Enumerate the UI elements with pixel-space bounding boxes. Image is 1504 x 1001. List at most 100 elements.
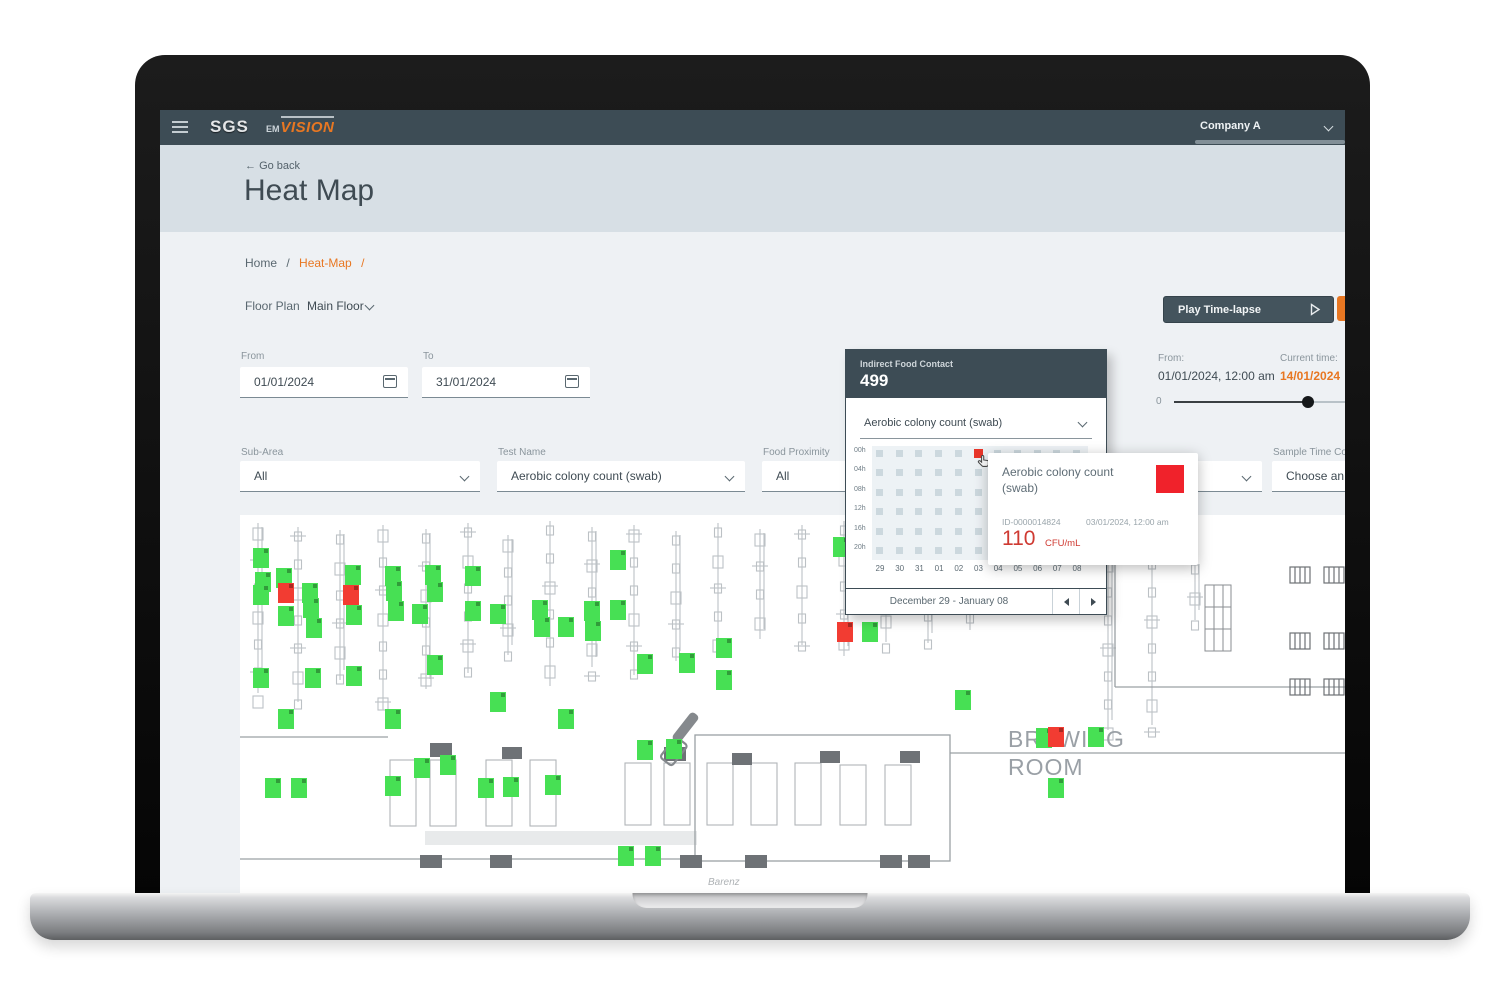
floor-plan-canvas[interactable]: BREWING ROOM Barenz xyxy=(240,515,1345,893)
sample-point-ok[interactable] xyxy=(291,778,307,798)
calendar-icon[interactable] xyxy=(565,375,579,388)
play-timelapse-button[interactable]: Play Time-lapse xyxy=(1163,296,1334,323)
sample-point-ok[interactable] xyxy=(265,778,281,798)
hamburger-menu-icon[interactable] xyxy=(172,121,188,133)
grid-cell[interactable] xyxy=(955,547,962,554)
grid-cell[interactable] xyxy=(935,489,942,496)
sample-point-ok[interactable] xyxy=(716,670,732,690)
timeline-slider-handle[interactable] xyxy=(1302,396,1314,408)
grid-cell[interactable] xyxy=(935,450,942,457)
sample-point-ok[interactable] xyxy=(303,598,319,618)
sample-point-ok[interactable] xyxy=(955,690,971,710)
sample-point-ok[interactable] xyxy=(637,740,653,760)
sample-point-ok[interactable] xyxy=(414,758,430,778)
sample-point-ok[interactable] xyxy=(716,638,732,658)
scrollbar-horizontal[interactable] xyxy=(1195,140,1345,144)
sample-point-ok[interactable] xyxy=(645,846,661,866)
sample-point-alert[interactable] xyxy=(343,585,359,605)
sample-point-ok[interactable] xyxy=(558,709,574,729)
grid-cell[interactable] xyxy=(975,547,982,554)
grid-cell[interactable] xyxy=(876,547,883,554)
grid-cell[interactable] xyxy=(896,508,903,515)
sample-point-ok[interactable] xyxy=(345,565,361,585)
grid-cell[interactable] xyxy=(876,469,883,476)
sample-point-ok[interactable] xyxy=(585,621,601,641)
grid-cell[interactable] xyxy=(915,489,922,496)
sample-point-ok[interactable] xyxy=(618,846,634,866)
sample-point-ok[interactable] xyxy=(427,582,443,602)
grid-cell[interactable] xyxy=(876,508,883,515)
timelapse-secondary-button[interactable] xyxy=(1337,296,1345,321)
sample-point-ok[interactable] xyxy=(558,617,574,637)
filter-testname-select[interactable]: Aerobic colony count (swab) xyxy=(497,461,745,492)
sample-point-ok[interactable] xyxy=(478,778,494,798)
sample-point-ok[interactable] xyxy=(253,585,269,605)
sample-point-ok[interactable] xyxy=(305,668,321,688)
timeline-slider[interactable] xyxy=(1174,401,1345,403)
date-to-input[interactable]: 31/01/2024 xyxy=(422,367,590,398)
grid-cell[interactable] xyxy=(896,547,903,554)
sample-point-ok[interactable] xyxy=(637,654,653,674)
grid-cell[interactable] xyxy=(896,450,903,457)
sample-point-ok[interactable] xyxy=(610,600,626,620)
grid-cell[interactable] xyxy=(915,469,922,476)
sample-point-alert[interactable] xyxy=(278,583,294,603)
sample-point-ok[interactable] xyxy=(490,604,506,624)
sample-point-ok[interactable] xyxy=(440,755,456,775)
sample-point-ok[interactable] xyxy=(679,653,695,673)
sample-point-ok[interactable] xyxy=(346,666,362,686)
sample-point-ok[interactable] xyxy=(427,655,443,675)
sample-point-ok[interactable] xyxy=(584,601,600,621)
sample-point-ok[interactable] xyxy=(490,692,506,712)
sample-point-ok[interactable] xyxy=(385,709,401,729)
company-selector[interactable]: Company A xyxy=(1200,120,1261,132)
breadcrumb-home[interactable]: Home xyxy=(245,256,277,270)
sample-point-ok[interactable] xyxy=(385,776,401,796)
sample-point-ok[interactable] xyxy=(610,550,626,570)
grid-cell[interactable] xyxy=(915,450,922,457)
sample-point-ok[interactable] xyxy=(388,601,404,621)
popup-test-select[interactable]: Aerobic colony count (swab) xyxy=(860,408,1092,439)
sample-point-ok[interactable] xyxy=(278,606,294,626)
grid-cell[interactable] xyxy=(955,489,962,496)
floor-plan-select[interactable]: Main Floor xyxy=(307,299,364,313)
grid-cell[interactable] xyxy=(915,528,922,535)
sample-point-ok[interactable] xyxy=(862,622,878,642)
sample-point-ok[interactable] xyxy=(545,775,561,795)
grid-cell[interactable] xyxy=(915,508,922,515)
filter-sampletime-select[interactable]: Choose an op xyxy=(1272,461,1345,492)
grid-cell[interactable] xyxy=(915,547,922,554)
sample-point-ok[interactable] xyxy=(386,581,402,601)
sample-point-ok[interactable] xyxy=(412,604,428,624)
grid-cell[interactable] xyxy=(955,508,962,515)
sample-point-ok[interactable] xyxy=(465,566,481,586)
grid-cell[interactable] xyxy=(876,489,883,496)
grid-cell[interactable] xyxy=(935,547,942,554)
sample-point-ok[interactable] xyxy=(253,548,269,568)
calendar-icon[interactable] xyxy=(383,375,397,388)
breadcrumb-current[interactable]: Heat-Map xyxy=(299,256,352,270)
grid-cell[interactable] xyxy=(935,469,942,476)
date-from-input[interactable]: 01/01/2024 xyxy=(240,367,408,398)
next-range-button[interactable] xyxy=(1079,589,1106,614)
grid-cell[interactable] xyxy=(876,450,883,457)
grid-cell[interactable] xyxy=(935,508,942,515)
grid-cell[interactable] xyxy=(896,489,903,496)
sample-point-ok[interactable] xyxy=(346,605,362,625)
sample-point-ok[interactable] xyxy=(306,618,322,638)
sample-point-alert[interactable] xyxy=(1048,727,1064,747)
sample-point-ok[interactable] xyxy=(465,601,481,621)
sample-point-ok[interactable] xyxy=(1048,778,1064,798)
sample-point-ok[interactable] xyxy=(503,777,519,797)
grid-cell[interactable] xyxy=(896,469,903,476)
previous-range-button[interactable] xyxy=(1052,589,1079,614)
grid-cell[interactable] xyxy=(955,450,962,457)
grid-cell[interactable] xyxy=(955,469,962,476)
sample-point-ok[interactable] xyxy=(278,709,294,729)
grid-cell[interactable] xyxy=(975,508,982,515)
sample-point-ok[interactable] xyxy=(666,739,682,759)
grid-cell[interactable] xyxy=(975,528,982,535)
grid-cell[interactable] xyxy=(876,528,883,535)
sample-point-ok[interactable] xyxy=(253,668,269,688)
grid-cell[interactable] xyxy=(896,528,903,535)
